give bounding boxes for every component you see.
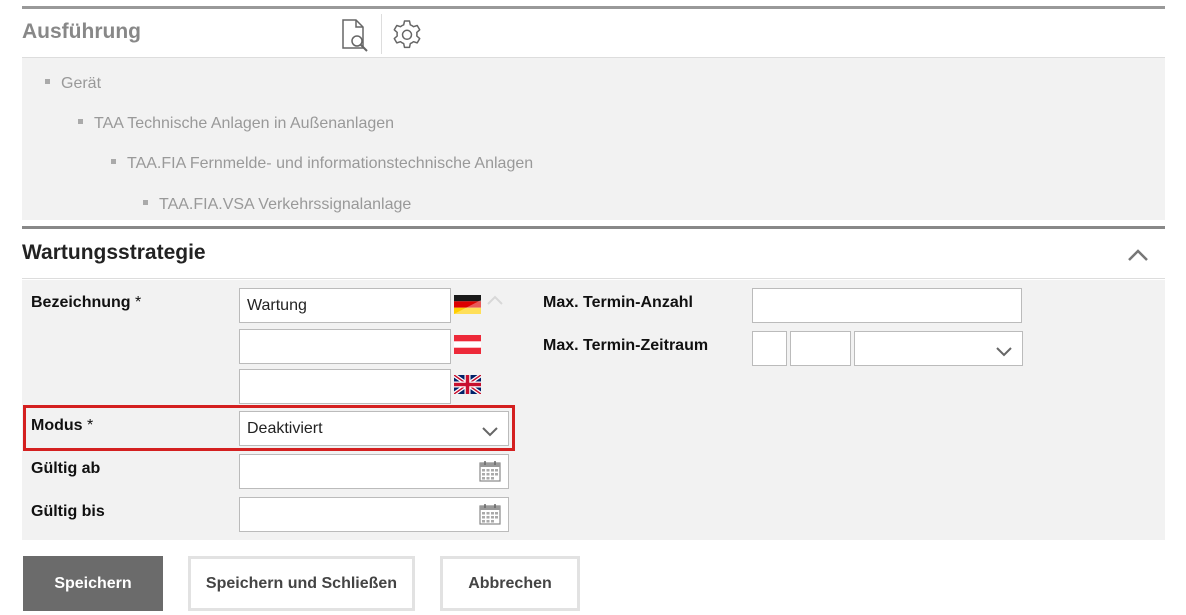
bullet-icon xyxy=(143,200,148,206)
chevron-down-icon xyxy=(996,344,1012,356)
modus-select[interactable]: Deaktiviert xyxy=(239,411,509,446)
max-termin-zeitraum-unit-select[interactable] xyxy=(854,331,1023,366)
tree-item[interactable]: Gerät xyxy=(45,75,101,93)
tree-item[interactable]: TAA.FIA Fernmelde- und informationstechn… xyxy=(111,155,533,173)
flag-de-icon xyxy=(454,295,481,314)
gueltig-bis-label: Gültig bis xyxy=(31,503,105,520)
gueltig-ab-label: Gültig ab xyxy=(31,460,101,477)
max-termin-zeitraum-label: Max. Termin-Zeitraum xyxy=(543,337,709,354)
bezeichnung-at-input[interactable] xyxy=(239,329,451,364)
document-search-icon[interactable] xyxy=(339,18,371,52)
chevron-down-icon xyxy=(482,424,498,436)
bezeichnung-en-input[interactable] xyxy=(239,369,451,404)
save-and-close-button[interactable]: Speichern und Schließen xyxy=(188,556,415,611)
modus-label: Modus * xyxy=(31,417,94,434)
max-termin-zeitraum-input-1[interactable] xyxy=(752,331,787,366)
tree-item[interactable]: TAA.FIA.VSA Verkehrssignalanlage xyxy=(143,196,411,214)
translate-icon[interactable] xyxy=(486,293,504,307)
gear-icon[interactable] xyxy=(390,18,424,52)
max-termin-anzahl-label: Max. Termin-Anzahl xyxy=(543,294,693,311)
flag-at-icon xyxy=(454,335,481,354)
bullet-icon xyxy=(45,79,50,85)
gueltig-ab-date-input[interactable] xyxy=(239,454,509,489)
bezeichnung-label: Bezeichnung * xyxy=(31,294,142,311)
tree-item[interactable]: TAA Technische Anlagen in Außenanlagen xyxy=(78,115,394,133)
ausfuehrung-header xyxy=(22,9,1165,58)
max-termin-anzahl-input[interactable] xyxy=(752,288,1022,323)
calendar-icon[interactable] xyxy=(479,460,501,482)
bullet-icon xyxy=(78,119,83,125)
bullet-icon xyxy=(111,159,116,165)
calendar-icon[interactable] xyxy=(479,503,501,525)
chevron-up-icon[interactable] xyxy=(1126,245,1150,265)
bezeichnung-de-input[interactable]: Wartung xyxy=(239,288,451,323)
gueltig-bis-date-input[interactable] xyxy=(239,497,509,532)
toolbar-separator xyxy=(381,14,382,54)
ausfuehrung-title: Ausführung xyxy=(22,20,141,43)
flag-uk-icon xyxy=(454,375,481,394)
max-termin-zeitraum-input-2[interactable] xyxy=(790,331,851,366)
wartungsstrategie-title: Wartungsstrategie xyxy=(22,241,206,264)
cancel-button[interactable]: Abbrechen xyxy=(440,556,580,611)
save-button[interactable]: Speichern xyxy=(23,556,163,611)
